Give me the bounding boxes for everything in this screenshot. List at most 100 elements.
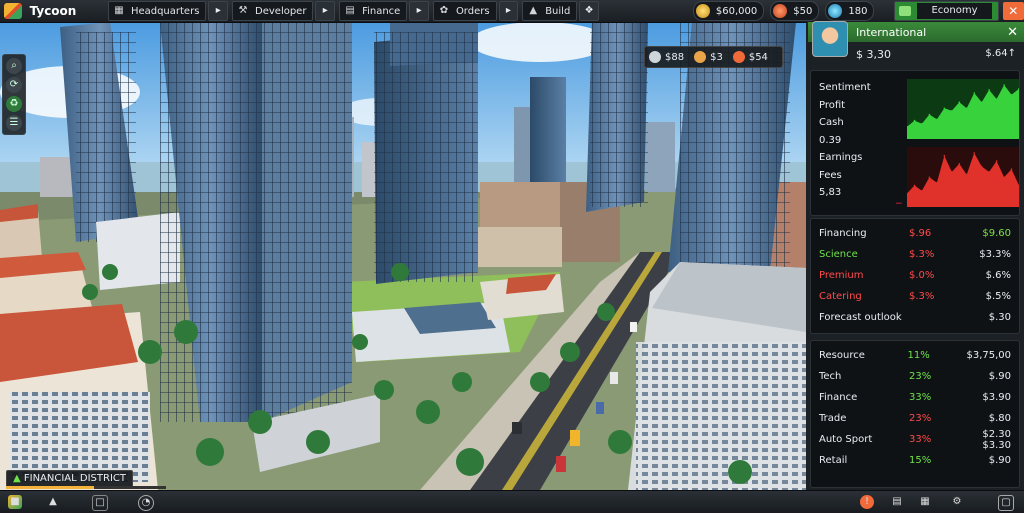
money-counter[interactable]: $60,000 xyxy=(692,1,765,21)
headquarters-button[interactable]: ▦ Headquarters xyxy=(107,1,207,21)
sector-share: 33% xyxy=(909,392,932,403)
market-row[interactable]: Premium $.0% $.6% xyxy=(819,265,1011,286)
chart-point xyxy=(1003,176,1005,179)
chart-point xyxy=(958,163,961,165)
fullscreen-icon[interactable]: ▢ xyxy=(998,495,1014,511)
market-delta: $.5% xyxy=(985,291,1011,302)
gold-coin-icon xyxy=(695,4,710,18)
chart-point xyxy=(951,171,953,173)
zoom-icon[interactable]: ⌕ xyxy=(6,58,22,74)
chart-label: Fees xyxy=(819,169,842,181)
sector-amount: $.90 xyxy=(988,455,1011,466)
company-value: $ 3,30 xyxy=(856,48,891,61)
sector-row[interactable]: Resource 11% $3,75,00 xyxy=(819,345,1011,366)
chart-label: Profit xyxy=(819,99,846,111)
sector-name: Finance xyxy=(819,392,858,403)
settings-gear-icon[interactable]: ⚙ xyxy=(950,495,964,509)
chart-point xyxy=(943,107,946,110)
market-row[interactable]: Catering $.3% $.5% xyxy=(819,286,1011,307)
sector-name: Retail xyxy=(819,455,848,466)
close-panel-icon[interactable]: ✕ xyxy=(1007,25,1018,40)
sector-name: Resource xyxy=(819,350,865,361)
market-name: Premium xyxy=(819,270,864,281)
developer-button[interactable]: ⚒ Developer xyxy=(232,1,314,21)
market-value: $.3% xyxy=(909,249,935,260)
sector-row[interactable]: Tech 23% $.90 xyxy=(819,366,1011,387)
market-row[interactable]: Science $.3% $3.3% xyxy=(819,244,1011,265)
chart-point xyxy=(995,160,998,162)
chart-point xyxy=(958,101,961,103)
map-icon[interactable]: □ xyxy=(92,495,108,511)
sector-share: 23% xyxy=(909,413,932,424)
chart-point xyxy=(973,92,975,94)
market-row[interactable]: Financing $.96 $9.60 xyxy=(819,223,1011,244)
home-icon[interactable]: ■ xyxy=(8,495,22,509)
sector-amount: $.80 xyxy=(988,413,1011,424)
finance-button[interactable]: ▤ Finance xyxy=(339,1,408,21)
chart-label: 0.39 xyxy=(819,134,842,146)
chart-point xyxy=(995,98,998,100)
district-icon: ▲ xyxy=(13,473,24,484)
chart-labels: Sentiment Profit Cash 0.39 Earnings Fees 5,83 xyxy=(819,79,871,202)
developer-expand-button[interactable]: ▸ xyxy=(315,1,336,21)
market-delta: $.6% xyxy=(985,270,1011,281)
economy-status[interactable]: Economy xyxy=(894,1,999,21)
top-bar: Tycoon ▦ Headquarters ▸ ⚒ Developer ▸ ▤ Fin… xyxy=(0,0,1024,23)
market-delta: $9.60 xyxy=(982,228,1011,239)
sector-name: Tech xyxy=(819,371,842,382)
market-delta: $.30 xyxy=(988,312,1011,323)
chart-point xyxy=(913,184,916,187)
sector-amount: $.90 xyxy=(988,371,1011,382)
sector-row[interactable]: Retail 15% $.90 xyxy=(819,450,1011,471)
chart-point xyxy=(988,171,990,173)
income-counter[interactable]: $50 xyxy=(770,1,820,21)
finance-expand-button[interactable]: ▸ xyxy=(409,1,429,21)
recycle-icon[interactable]: ♻ xyxy=(6,96,22,112)
market-charts xyxy=(907,79,1019,207)
clock-icon[interactable]: ◔ xyxy=(138,495,154,511)
sector-name: Trade xyxy=(819,413,847,424)
sector-share: 15% xyxy=(909,455,932,466)
chart-point xyxy=(1003,84,1005,86)
chart-point xyxy=(921,122,923,125)
market-name: Science xyxy=(819,249,858,260)
population-counter[interactable]: 180 xyxy=(825,1,875,21)
orders-expand-button[interactable]: ▸ xyxy=(498,1,519,21)
alert-icon[interactable]: ! xyxy=(860,495,874,509)
chart-point xyxy=(980,101,983,103)
buildings-stat[interactable]: $54 xyxy=(732,51,768,63)
build-button[interactable]: ▲ Build xyxy=(522,1,578,21)
build-menu-icon[interactable]: ▲ xyxy=(46,495,60,509)
calendar-icon[interactable]: ▦ xyxy=(918,495,932,509)
document-icon[interactable]: ▤ xyxy=(890,495,904,509)
sector-row[interactable]: Finance 33% $3.90 xyxy=(819,387,1011,408)
app-title: Tycoon xyxy=(29,4,77,18)
build-expand-button[interactable]: ❖ xyxy=(579,1,599,21)
sector-share: 33% xyxy=(909,434,932,445)
market-value: $.3% xyxy=(909,291,935,302)
market-row[interactable]: Forecast outlook $.30 xyxy=(819,307,1011,328)
sector-amount: $2.30 $3.30 xyxy=(982,428,1011,451)
sector-share: 23% xyxy=(909,371,932,382)
headquarters-expand-button[interactable]: ▸ xyxy=(208,1,229,21)
sector-row[interactable]: Trade 23% $.80 xyxy=(819,408,1011,429)
happiness-stat[interactable]: $88 xyxy=(649,51,684,63)
sector-table: Resource 11% $3,75,00 Tech 23% $.90 Finance 33%… xyxy=(810,340,1020,488)
market-name: Financing xyxy=(819,228,867,239)
market-chart-box: Sentiment Profit Cash 0.39 Earnings Fees 5,83 … xyxy=(810,70,1020,216)
close-button[interactable]: ✕ xyxy=(1002,2,1024,20)
rotate-icon[interactable]: ⟳ xyxy=(6,77,22,93)
market-name: Catering xyxy=(819,291,862,302)
workers-stat[interactable]: $3 xyxy=(694,51,723,63)
chart-point xyxy=(936,118,938,121)
chart-point xyxy=(928,176,931,179)
layers-icon[interactable]: ☰ xyxy=(6,115,22,131)
market-value: $.0% xyxy=(909,270,935,281)
market-delta: $3.3% xyxy=(979,249,1011,260)
city-view[interactable]: ⌕ ⟳ ♻ ☰ $88 $3 $54 ▲ FINANCIAL DISTRICT xyxy=(0,22,806,490)
avatar[interactable] xyxy=(812,21,848,57)
sector-row[interactable]: Auto Sport 33% $2.30 $3.30 xyxy=(819,428,1011,451)
orders-button[interactable]: ✿ Orders xyxy=(432,1,497,21)
district-progress-bar xyxy=(6,486,166,489)
city-stats-overlay: $88 $3 $54 xyxy=(644,46,783,68)
